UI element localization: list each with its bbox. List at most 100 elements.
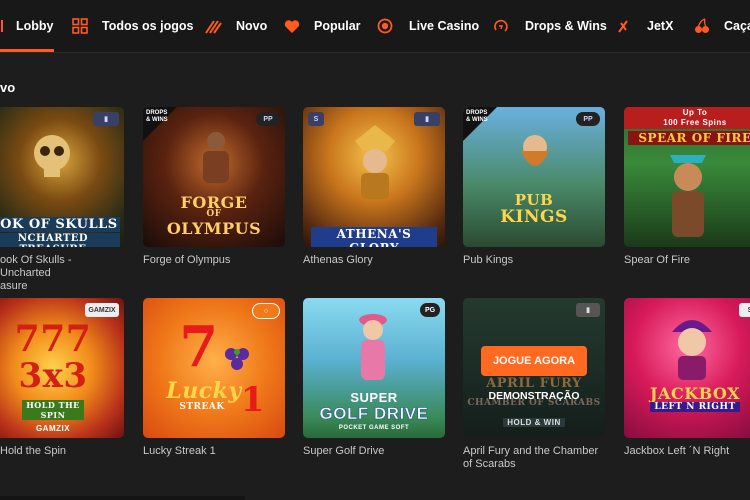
game-name: Forge of Olympus [143,254,231,266]
nav-todos-os-jogos[interactable]: Todos os jogos [72,0,193,52]
golfer-figure [359,314,387,380]
game-logo-line: NCHARTED TREASURE [0,233,120,247]
game-thumbnail[interactable]: DROPS & WINS PP PUB KINGS [463,107,605,247]
game-card[interactable]: ▮ APRIL FURY CHAMBER OF SCARABS HOLD & W… [463,298,605,471]
game-thumbnail[interactable]: ▮ APRIL FURY CHAMBER OF SCARABS HOLD & W… [463,298,605,438]
nav-popular[interactable]: Popular [284,0,361,52]
provider-badge: ▮ [576,303,600,317]
nav-label: Drops & Wins [525,19,607,33]
nav-label: Todos os jogos [102,19,194,33]
game-logo-line: POCKET GAME SOFT [338,425,410,431]
game-thumbnail[interactable]: Up To 100 Free Spins SPEAR OF FIRE [624,107,750,247]
jester-figure [672,320,712,380]
game-logo-line: SUPER [350,390,398,405]
section-title: vo [0,80,16,95]
demo-button[interactable]: DEMONSTRAÇÃO [463,390,605,402]
game-card[interactable]: ▮ OOK OF SKULLS NCHARTED TREASURE ook Of… [0,107,124,293]
game-logo-line: OOK OF SKULLS [0,217,120,232]
nav-label: Popular [314,19,361,33]
game-logo-line: ATHENA'S GLORY [311,227,437,247]
game-name: Athenas Glory [303,254,373,266]
nav-label: JetX [647,19,674,33]
game-thumbnail[interactable]: S ▮ ATHENA'S GLORY [303,107,445,247]
game-logo-line: 1 [240,380,266,420]
warrior-figure [203,132,229,183]
nav-caca[interactable]: Caça [694,0,750,52]
game-thumbnail[interactable]: DROPS & WINS PP FORGE OF OLYMPUS [143,107,285,247]
heart-icon [284,19,300,34]
drops-icon [493,18,509,34]
game-card[interactable]: DROPS & WINS PP PUB KINGS Pub Kings [463,107,605,267]
play-now-button[interactable]: JOGUE AGORA [481,346,587,376]
dwarf-figure [521,135,549,166]
game-logo-line: LEFT N RIGHT [650,402,740,412]
nav-label: Caça [724,19,750,33]
game-card[interactable]: ○ 7 Lucky STREAK 1 Lucky Streak 1 [143,298,285,458]
game-logo-line: APRIL FURY [486,376,582,391]
warrior-woman-figure [670,155,706,237]
game-thumbnail[interactable]: GAMZIX 777 3x3 HOLD THE SPIN GAMZIX [0,298,124,438]
game-card[interactable]: S ▮ ATHENA'S GLORY Athenas Glory [303,107,445,267]
provider-badge: PP [576,112,600,126]
game-logo-line: KINGS [500,207,568,227]
game-name: ook Of Skulls - Uncharted asure [0,254,72,292]
game-logo-line: Up To [682,108,708,117]
bottom-strip [0,496,245,500]
game-name: Pub Kings [463,254,514,266]
nav-lobby[interactable]: Lobby [0,0,54,52]
skull-icon [34,135,70,177]
game-name: Jackbox Left ´N Right [624,445,730,457]
lobby-icon [0,19,6,33]
nav-novo[interactable]: Novo [204,0,267,52]
game-logo-line: GOLF DRIVE [319,404,429,424]
nav-live-casino[interactable]: Live Casino [377,0,479,52]
game-logo-line: SPEAR OF FIRE [628,131,750,145]
game-logo-line: OF [206,209,222,219]
provider-badge: ▮ [414,112,440,126]
game-logo-line: 3x3 [18,356,88,396]
nav-label: Live Casino [409,19,480,33]
athena-figure [355,125,395,199]
game-logo-line: HOLD & WIN [503,418,565,427]
game-name: Lucky Streak 1 [143,445,216,457]
nav-drops-wins[interactable]: Drops & Wins [493,0,607,52]
nav-label: Lobby [16,19,54,33]
game-logo-line: 7 [179,314,219,380]
game-logo-line: 100 Free Spins [663,118,727,127]
game-name: Spear Of Fire [624,254,691,266]
provider-badge: GAMZIX [85,303,119,317]
live-icon [377,18,393,34]
game-card[interactable]: DROPS & WINS PP FORGE OF OLYMPUS Forge o… [143,107,285,267]
top-navigation: Lobby Todos os jogos Novo Popular Live C… [0,0,750,53]
provider-badge: S [308,112,324,126]
jet-icon [617,19,629,33]
game-name: Hold the Spin [0,445,67,457]
game-name: Super Golf Drive [303,445,385,457]
game-logo-line: GAMZIX [35,424,71,433]
cherry-icon [694,18,710,34]
provider-badge: ▮ [93,112,119,126]
game-card[interactable]: PG SUPER GOLF DRIVE POCKET GAME SOFT Sup… [303,298,445,458]
game-logo-line: JACKBOX [649,384,740,403]
drops-wins-label: DROPS & WINS [146,110,168,123]
provider-badge: PP [256,112,280,126]
drops-wins-label: DROPS & WINS [466,110,488,123]
game-logo-line: OLYMPUS [166,219,262,238]
grapes-icon [225,348,249,370]
game-logo-line: 777 [14,318,92,360]
nav-label: Novo [236,19,268,33]
game-thumbnail[interactable]: S JACKBOX LEFT N RIGHT [624,298,750,438]
game-thumbnail[interactable]: ▮ OOK OF SKULLS NCHARTED TREASURE [0,107,124,247]
game-card[interactable]: GAMZIX 777 3x3 HOLD THE SPIN GAMZIX Hold… [0,298,124,458]
grid-icon [72,18,88,34]
game-card[interactable]: Up To 100 Free Spins SPEAR OF FIRE Spear… [624,107,750,267]
nav-jetx[interactable]: JetX [617,0,673,52]
game-name: April Fury and the Chamber of Scarabs [463,445,599,470]
fire-icon [204,18,222,34]
game-thumbnail[interactable]: PG SUPER GOLF DRIVE POCKET GAME SOFT [303,298,445,438]
provider-badge: PG [420,303,440,317]
provider-badge: S [739,303,750,317]
game-logo-line: HOLD THE SPIN [22,400,84,420]
game-thumbnail[interactable]: ○ 7 Lucky STREAK 1 [143,298,285,438]
game-card[interactable]: S JACKBOX LEFT N RIGHT Jackbox Left ´N R… [624,298,750,458]
